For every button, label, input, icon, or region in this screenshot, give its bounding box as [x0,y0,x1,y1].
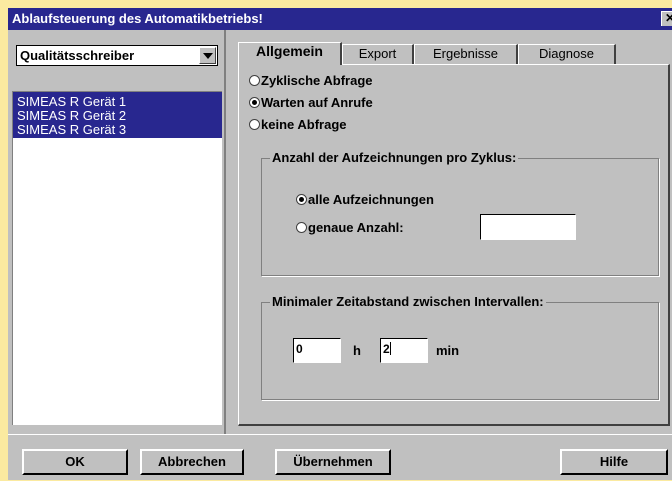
records-per-cycle-group: Anzahl der Aufzeichnungen pro Zyklus: al… [261,150,659,276]
list-item[interactable]: SIMEAS R Gerät 2 [13,109,222,123]
button-bar: OK Abbrechen Übernehmen Hilfe [8,434,672,481]
title-bar[interactable]: Ablaufsteuerung des Automatikbetriebs! ✕ [8,8,672,30]
radio-zyklische-abfrage[interactable]: Zyklische Abfrage [249,73,373,89]
group-legend: Anzahl der Aufzeichnungen pro Zyklus: [270,150,519,165]
radio-genaue-anzahl[interactable]: genaue Anzahl: [296,220,404,236]
minutes-input[interactable]: 2 [380,338,428,363]
radio-icon [249,75,260,86]
tab-diagnose[interactable]: Diagnose [518,44,616,64]
minutes-unit-label: min [436,343,460,358]
minutes-value: 2 [383,342,390,356]
radio-keine-abfrage[interactable]: keine Abfrage [249,117,347,133]
window-title: Ablaufsteuerung des Automatikbetriebs! [12,11,263,26]
radio-icon [249,119,260,130]
cancel-button[interactable]: Abbrechen [140,449,244,475]
device-type-dropdown[interactable]: Qualitätsschreiber [16,45,218,66]
radio-alle-aufzeichnungen[interactable]: alle Aufzeichnungen [296,192,434,208]
hours-unit-label: h [353,343,361,358]
help-button[interactable]: Hilfe [560,449,668,475]
device-type-value: Qualitätsschreiber [20,48,135,63]
list-item[interactable]: SIMEAS R Gerät 3 [13,123,222,137]
radio-label: Warten auf Anrufe [261,95,373,110]
tab-panel-allgemein: Zyklische Abfrage Warten auf Anrufe kein… [238,64,670,426]
close-icon[interactable]: ✕ [661,11,672,26]
group-legend: Minimaler Zeitabstand zwischen Intervall… [270,294,546,309]
dialog-window: Ablaufsteuerung des Automatikbetriebs! ✕… [8,8,672,480]
tab-allgemein[interactable]: Allgemein [238,42,342,65]
list-item[interactable]: SIMEAS R Gerät 1 [13,95,222,109]
radio-label: Zyklische Abfrage [261,73,373,88]
selected-items: SIMEAS R Gerät 1 SIMEAS R Gerät 2 SIMEAS… [13,92,222,138]
radio-icon [296,222,307,233]
min-interval-group: Minimaler Zeitabstand zwischen Intervall… [261,294,659,400]
left-panel: Qualitätsschreiber SIMEAS R Gerät 1 SIME… [8,30,226,434]
radio-warten-auf-anrufe[interactable]: Warten auf Anrufe [249,95,373,111]
radio-label: alle Aufzeichnungen [308,192,434,207]
radio-label: keine Abfrage [261,117,347,132]
radio-selected-icon [249,97,260,108]
radio-selected-icon [296,194,307,205]
apply-button[interactable]: Übernehmen [275,449,391,475]
tab-ergebnisse[interactable]: Ergebnisse [414,44,518,64]
hours-input[interactable]: 0 [293,338,341,363]
chevron-down-icon[interactable] [199,47,216,64]
right-panel: Allgemein Export Ergebnisse Diagnose Zyk… [230,30,672,434]
ok-button[interactable]: OK [22,449,128,475]
device-list[interactable]: SIMEAS R Gerät 1 SIMEAS R Gerät 2 SIMEAS… [12,91,222,425]
tab-export[interactable]: Export [342,44,414,64]
radio-label: genaue Anzahl: [308,220,404,235]
exact-count-input[interactable] [480,214,576,240]
text-caret [389,342,391,355]
